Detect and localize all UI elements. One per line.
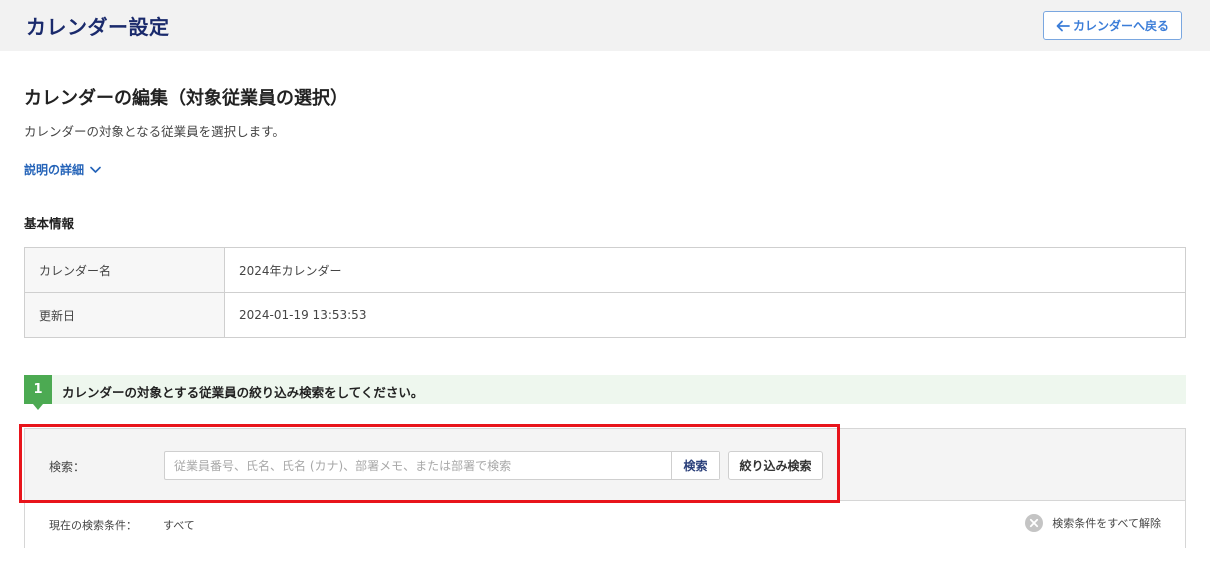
current-conditions-value: すべて xyxy=(163,519,195,532)
search-conditions-row: 現在の検索条件： すべて 検索条件をすべて解除 xyxy=(25,502,1185,548)
search-button[interactable]: 検索 xyxy=(671,452,719,479)
step-instruction-text: カレンダーの対象とする従業員の絞り込み検索をしてください。 xyxy=(62,385,424,400)
calendar-name-value: 2024年カレンダー xyxy=(224,247,1186,293)
updated-date-value: 2024-01-19 13:53:53 xyxy=(224,292,1186,338)
search-box: 検索 xyxy=(164,451,720,480)
basic-info-heading: 基本情報 xyxy=(24,216,75,231)
step-number-badge: 1 xyxy=(24,375,52,410)
calendar-name-label: カレンダー名 xyxy=(24,247,225,293)
page-description: カレンダーの対象となる従業員を選択します。 xyxy=(24,124,285,139)
chevron-down-icon xyxy=(90,166,101,173)
search-input[interactable] xyxy=(165,452,671,479)
current-conditions-label: 現在の検索条件： xyxy=(49,519,137,532)
updated-date-label: 更新日 xyxy=(24,292,225,338)
details-toggle-label: 説明の詳細 xyxy=(24,163,85,177)
filter-search-button[interactable]: 絞り込み検索 xyxy=(728,451,823,480)
search-row: 検索： 検索 絞り込み検索 xyxy=(25,429,1185,501)
header-title: カレンダー設定 xyxy=(26,15,170,39)
search-label: 検索： xyxy=(49,460,86,474)
step-instruction-bar: 1 カレンダーの対象とする従業員の絞り込み検索をしてください。 xyxy=(24,375,1186,410)
back-to-calendar-button[interactable]: カレンダーへ戻る xyxy=(1043,11,1182,40)
clear-circle-icon xyxy=(1025,514,1044,532)
details-toggle[interactable]: 説明の詳細 xyxy=(24,161,101,178)
page-title: カレンダーの編集（対象従業員の選択） xyxy=(24,88,348,109)
clear-conditions-button[interactable]: 検索条件をすべて解除 xyxy=(1025,514,1161,532)
table-row: カレンダー名 2024年カレンダー xyxy=(24,247,1186,293)
basic-info-table: カレンダー名 2024年カレンダー 更新日 2024-01-19 13:53:5… xyxy=(24,247,1186,338)
page-header: カレンダー設定 カレンダーへ戻る xyxy=(0,0,1210,51)
back-button-label: カレンダーへ戻る xyxy=(1072,19,1169,33)
clear-conditions-label: 検索条件をすべて解除 xyxy=(1052,517,1161,530)
table-row: 更新日 2024-01-19 13:53:53 xyxy=(24,292,1186,338)
arrow-left-icon xyxy=(1056,20,1070,31)
search-panel: 検索： 検索 絞り込み検索 現在の検索条件： すべて 検索条件をすべて解除 xyxy=(24,428,1186,548)
